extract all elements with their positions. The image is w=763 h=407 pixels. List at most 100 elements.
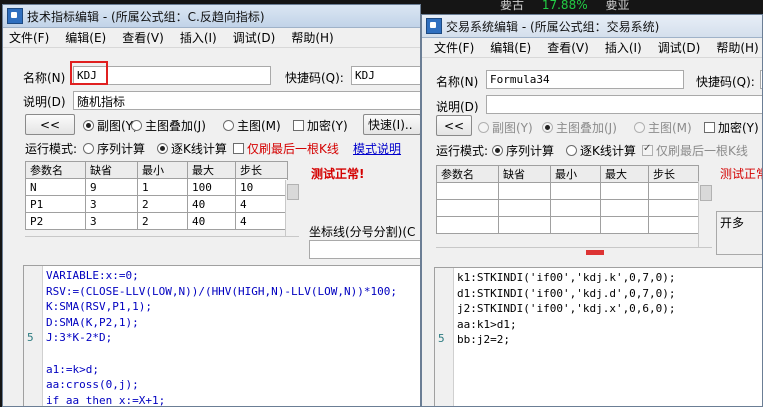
param-header-default: 缺省	[498, 165, 551, 183]
shortcut-label: 快捷码(Q):	[696, 75, 755, 89]
menu-debug[interactable]: 调试(D)	[658, 39, 701, 56]
refresh-last-checkbox[interactable]: 仅刷最后一根K线	[642, 142, 748, 159]
run-seq-radio-circle	[83, 143, 94, 154]
run-kline-radio[interactable]: 逐K线计算	[157, 140, 227, 157]
table-cell[interactable]	[550, 199, 601, 217]
table-cell[interactable]: 2	[137, 212, 188, 230]
table-cell[interactable]: 100	[187, 178, 236, 196]
radio-sub-chart[interactable]: 副图(Y)	[83, 117, 138, 134]
table-cell[interactable]	[648, 182, 699, 200]
window1-titlebar[interactable]: 技术指标编辑 - (所属公式组：C.反趋向指标)	[3, 5, 420, 28]
encrypt-checkbox[interactable]: 加密(Y)	[704, 119, 759, 136]
code-editor[interactable]: 5 k1:STKINDI('if00','kdj.k',0,7,0); d1:S…	[434, 267, 762, 406]
table-cell[interactable]: 2	[137, 195, 188, 213]
table-cell[interactable]	[498, 216, 551, 234]
code-line: J:3*K-2*D;	[46, 330, 397, 346]
table-cell[interactable]: P1	[25, 195, 86, 213]
hscroll-thumb[interactable]	[586, 250, 604, 255]
table-cell[interactable]	[498, 199, 551, 217]
run-seq-radio[interactable]: 序列计算	[492, 142, 554, 159]
code-text[interactable]: k1:STKINDI('if00','kdj.k',0,7,0); d1:STK…	[457, 270, 676, 348]
params-scrollbar[interactable]	[285, 180, 300, 236]
param-header-max: 最大	[600, 165, 649, 183]
radio-sub-chart[interactable]: 副图(Y)	[478, 119, 533, 136]
table-cell[interactable]	[550, 216, 601, 234]
table-cell[interactable]	[498, 182, 551, 200]
menu-help[interactable]: 帮助(H)	[716, 39, 758, 56]
code-text[interactable]: VARIABLE:x:=0; RSV:=(CLOSE-LLV(LOW,N))/(…	[46, 268, 397, 406]
run-kline-radio-circle	[157, 143, 168, 154]
table-cell[interactable]: 40	[187, 212, 236, 230]
name-input[interactable]: Formula34	[486, 70, 684, 89]
desc-label: 说明(D)	[23, 95, 66, 109]
window2-titlebar[interactable]: 交易系统编辑 - (所属公式组：交易系统)	[422, 15, 762, 38]
menu-view[interactable]: 查看(V)	[547, 39, 589, 56]
table-cell[interactable]	[436, 182, 499, 200]
coord-input[interactable]	[309, 240, 420, 259]
table-row[interactable]: P2 3 2 40 4	[25, 212, 288, 230]
menu-debug[interactable]: 调试(D)	[233, 29, 276, 46]
table-cell[interactable]	[600, 199, 649, 217]
menu-edit[interactable]: 编辑(E)	[65, 29, 106, 46]
table-cell[interactable]	[648, 199, 699, 217]
table-cell[interactable]	[436, 216, 499, 234]
table-cell[interactable]	[436, 199, 499, 217]
params-scroll-thumb[interactable]	[287, 184, 299, 200]
run-kline-radio[interactable]: 逐K线计算	[566, 142, 636, 159]
table-cell[interactable]	[600, 182, 649, 200]
table-row[interactable]	[436, 216, 699, 234]
table-cell[interactable]: P2	[25, 212, 86, 230]
line-number: 5	[438, 332, 445, 345]
indicator-editor-window: 技术指标编辑 - (所属公式组：C.反趋向指标) 文件(F) 编辑(E) 查看(…	[2, 4, 421, 407]
menu-insert[interactable]: 插入(I)	[180, 29, 217, 46]
table-cell[interactable]: 1	[137, 178, 188, 196]
table-cell[interactable]: 3	[85, 195, 138, 213]
menu-file[interactable]: 文件(F)	[9, 29, 49, 46]
quick-button[interactable]: 快速(I)..	[363, 114, 420, 135]
table-cell[interactable]	[550, 182, 601, 200]
radio-main-overlay[interactable]: 主图叠加(J)	[542, 119, 617, 136]
table-cell[interactable]: 4	[235, 212, 288, 230]
menu-view[interactable]: 查看(V)	[122, 29, 164, 46]
params-scroll-thumb[interactable]	[700, 185, 712, 201]
window2-menubar: 文件(F) 编辑(E) 查看(V) 插入(I) 调试(D) 帮助(H)	[422, 37, 762, 58]
table-cell[interactable]: 10	[235, 178, 288, 196]
table-cell[interactable]: N	[25, 178, 86, 196]
table-cell[interactable]: 4	[235, 195, 288, 213]
run-seq-label: 序列计算	[97, 142, 146, 156]
encrypt-checkbox[interactable]: 加密(Y)	[293, 117, 348, 134]
table-cell[interactable]	[648, 216, 699, 234]
collapse-button[interactable]: <<	[436, 115, 472, 136]
line-number: 5	[27, 331, 34, 344]
menu-insert[interactable]: 插入(I)	[605, 39, 642, 56]
table-cell[interactable]	[600, 216, 649, 234]
menu-edit[interactable]: 编辑(E)	[490, 39, 531, 56]
params-scrollbar[interactable]	[698, 181, 713, 247]
params-hscrollbar[interactable]	[25, 236, 299, 247]
menu-file[interactable]: 文件(F)	[434, 39, 474, 56]
refresh-last-checkbox[interactable]: 仅刷最后一根K线	[233, 140, 339, 157]
mode-help-link[interactable]: 模式说明	[353, 140, 401, 157]
radio-main-chart[interactable]: 主图(M)	[223, 117, 281, 134]
code-line: k1:STKINDI('if00','kdj.k',0,7,0);	[457, 270, 676, 286]
radio-main-overlay[interactable]: 主图叠加(J)	[131, 117, 206, 134]
desc-input[interactable]	[486, 95, 762, 114]
table-cell[interactable]: 40	[187, 195, 236, 213]
desc-input[interactable]: 随机指标	[73, 91, 420, 110]
code-line-8: aa:cross(0,j);	[46, 378, 139, 392]
run-mode-label: 运行模式:	[436, 144, 489, 158]
radio-main-chart[interactable]: 主图(M)	[634, 119, 692, 136]
params-hscrollbar[interactable]	[436, 247, 712, 258]
collapse-button[interactable]: <<	[25, 114, 75, 135]
run-seq-radio[interactable]: 序列计算	[83, 140, 145, 157]
table-cell[interactable]: 3	[85, 212, 138, 230]
table-row[interactable]: P1 3 2 40 4	[25, 195, 288, 213]
code-editor[interactable]: 5 VARIABLE:x:=0; RSV:=(CLOSE-LLV(LOW,N))…	[23, 265, 420, 406]
menu-help[interactable]: 帮助(H)	[291, 29, 333, 46]
shortcut-input[interactable]: KDJ	[351, 66, 420, 85]
table-row[interactable]	[436, 182, 699, 200]
table-row[interactable]	[436, 199, 699, 217]
table-row[interactable]: N 9 1 100 10	[25, 178, 288, 196]
open-long-box[interactable]: 开多	[716, 211, 762, 255]
table-cell[interactable]: 9	[85, 178, 138, 196]
